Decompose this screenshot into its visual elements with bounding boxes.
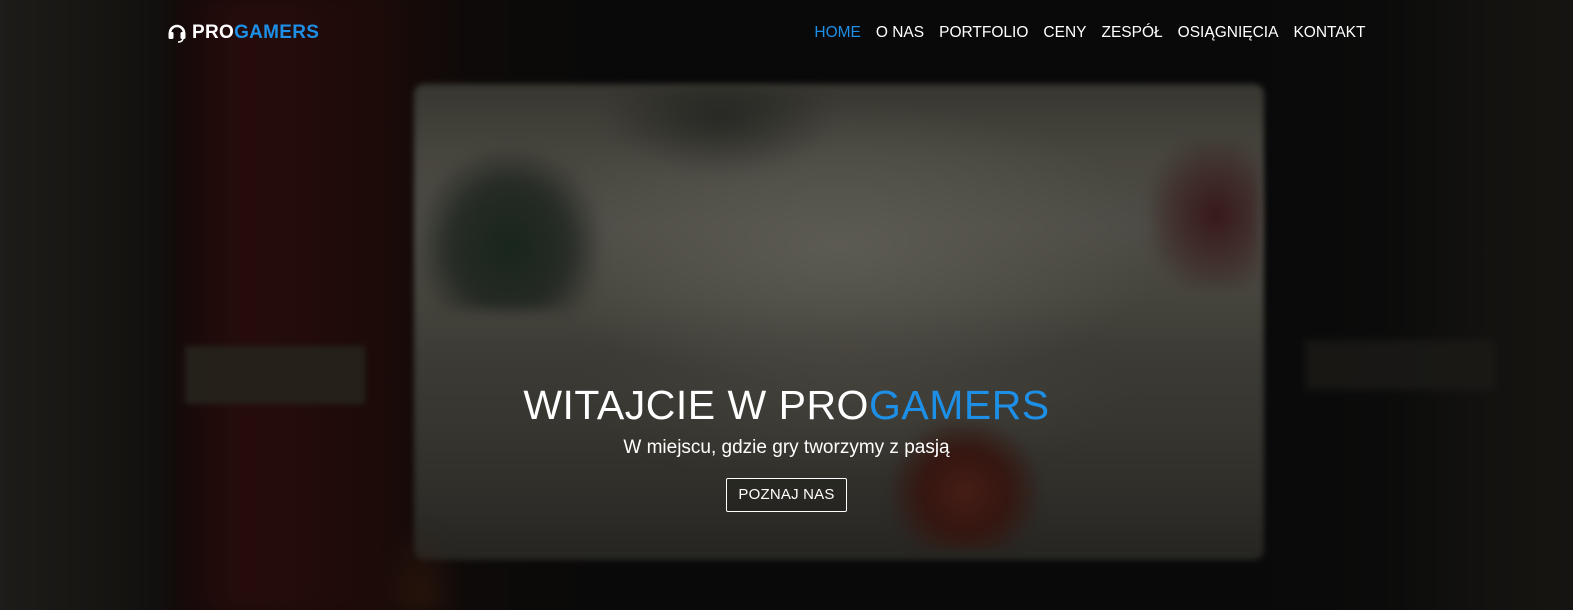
hero-title: WITAJCIE W PROGAMERS: [0, 381, 1573, 429]
nav-menu: HOME O NAS PORTFOLIO CENY ZESPÓŁ OSIĄGNI…: [807, 24, 1373, 42]
hero-section: PRO GAMERS HOME O NAS PORTFOLIO CENY ZES…: [0, 0, 1573, 610]
logo-text-pro: PRO: [192, 22, 235, 43]
logo-text-gamers: GAMERS: [234, 22, 320, 43]
hero-subtitle: W miejscu, gdzie gry tworzymy z pasją: [623, 437, 950, 458]
navbar: PRO GAMERS HOME O NAS PORTFOLIO CENY ZES…: [0, 0, 1573, 68]
dark-overlay: [0, 0, 1573, 610]
learn-more-button[interactable]: POZNAJ NAS: [726, 478, 847, 512]
headset-icon: [167, 22, 187, 44]
nav-item-home[interactable]: HOME: [807, 24, 869, 42]
site-logo[interactable]: PRO GAMERS: [167, 22, 319, 44]
nav-item-ceny[interactable]: CENY: [1036, 24, 1094, 42]
nav-item-o-nas[interactable]: O NAS: [868, 24, 931, 42]
nav-item-kontakt[interactable]: KONTAKT: [1286, 24, 1373, 42]
hero-title-main: WITAJCIE W PRO: [523, 382, 869, 428]
nav-item-portfolio[interactable]: PORTFOLIO: [932, 24, 1036, 42]
nav-item-zespol[interactable]: ZESPÓŁ: [1094, 24, 1170, 42]
hero-content: WITAJCIE W PROGAMERS W miejscu, gdzie gr…: [0, 381, 1573, 512]
hero-title-accent: GAMERS: [868, 382, 1050, 428]
nav-item-osiagniecia[interactable]: OSIĄGNIĘCIA: [1170, 24, 1286, 42]
